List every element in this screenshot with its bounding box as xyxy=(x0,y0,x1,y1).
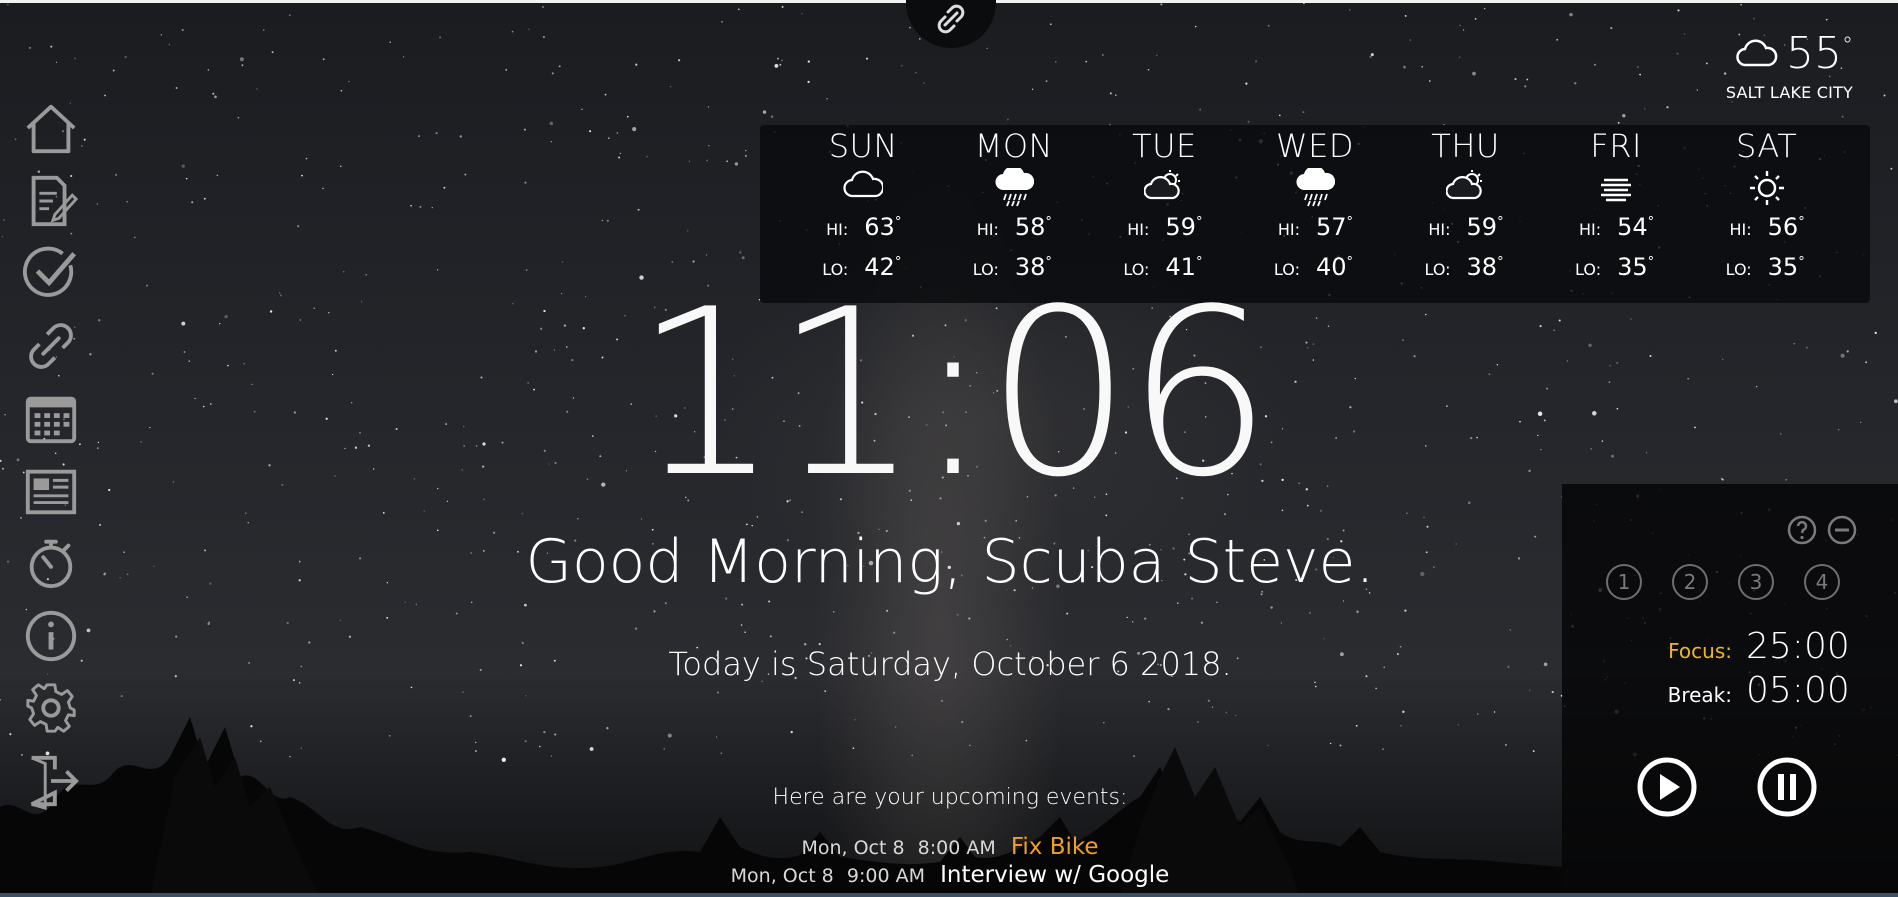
hi-temp: 58° xyxy=(1014,213,1052,241)
session-3-button[interactable]: 3 xyxy=(1738,564,1774,600)
cloud-icon xyxy=(1736,39,1778,66)
current-temperature: 55° xyxy=(1786,28,1853,79)
bottom-border xyxy=(0,893,1898,897)
hi-label: HI: xyxy=(976,220,999,239)
help-icon[interactable] xyxy=(1786,514,1818,546)
sidebar-item-links[interactable] xyxy=(22,310,86,383)
forecast-day-name: TUE xyxy=(1132,127,1197,165)
partly-cloudy-icon xyxy=(1144,170,1181,200)
hi-temp: 59° xyxy=(1165,213,1203,241)
notes-icon xyxy=(31,175,79,226)
logout-icon xyxy=(30,755,79,810)
forecast-day-name: WED xyxy=(1275,127,1354,165)
event-title[interactable]: Fix Bike xyxy=(1011,834,1099,860)
current-weather: 55° SALT LAKE CITY xyxy=(1673,28,1853,102)
date-line: Today is Saturday, October 6 2018. xyxy=(668,645,1232,683)
lo-temp: 40° xyxy=(1315,253,1354,281)
session-4-button[interactable]: 4 xyxy=(1804,564,1840,600)
forecast-day-name: MON xyxy=(974,127,1053,165)
forecast-day-name: SUN xyxy=(828,127,898,165)
hi-temp: 59° xyxy=(1466,213,1504,241)
home-icon xyxy=(26,105,76,154)
sidebar-item-calendar[interactable] xyxy=(22,382,86,455)
upcoming-events: Here are your upcoming events: Mon, Oct … xyxy=(640,785,1260,890)
stopwatch-icon xyxy=(29,540,73,589)
event-date: Mon, Oct 8 xyxy=(801,837,905,859)
break-row: Break: 05:00 xyxy=(1562,670,1850,711)
current-city: SALT LAKE CITY xyxy=(1725,83,1853,102)
session-selector: 1 2 3 4 xyxy=(1606,564,1840,600)
forecast-day-sat: SAT HI: 56° LO: 35° xyxy=(1707,125,1827,303)
info-icon xyxy=(25,610,77,661)
hi-label: HI: xyxy=(826,220,849,239)
sidebar-item-logout[interactable] xyxy=(22,745,86,818)
forecast-day-name: THU xyxy=(1431,127,1500,165)
partly-cloudy-icon xyxy=(1445,170,1482,200)
session-2-button[interactable]: 2 xyxy=(1672,564,1708,600)
sidebar-item-info[interactable] xyxy=(22,600,86,673)
focus-label: Focus: xyxy=(1668,639,1732,663)
clock-time: 11:06 xyxy=(633,261,1273,528)
rain-icon xyxy=(1296,168,1335,207)
forecast-day-wed: WED HI: 57° LO: 40° xyxy=(1255,125,1375,303)
lo-label: LO: xyxy=(1575,260,1602,279)
fog-icon xyxy=(1601,178,1632,202)
events-heading: Here are your upcoming events: xyxy=(772,785,1128,810)
hi-temp: 63° xyxy=(864,213,902,241)
focus-row: Focus: 25:00 xyxy=(1562,626,1850,667)
checkmark-circle-icon xyxy=(22,246,77,298)
hi-label: HI: xyxy=(1277,220,1300,239)
focus-time[interactable]: 25:00 xyxy=(1746,626,1850,667)
break-label: Break: xyxy=(1667,683,1732,707)
sidebar-item-notes[interactable] xyxy=(22,165,86,238)
newspaper-icon xyxy=(25,469,77,514)
forecast-day-fri: FRI HI: 54° LO: 35° xyxy=(1556,125,1676,303)
link-icon xyxy=(29,322,73,369)
lo-label: LO: xyxy=(1273,260,1300,279)
pause-button[interactable] xyxy=(1756,756,1818,818)
play-button[interactable] xyxy=(1636,756,1698,818)
event-title[interactable]: Interview w/ Google xyxy=(940,862,1169,888)
hi-label: HI: xyxy=(1578,220,1602,239)
sidebar-item-news[interactable] xyxy=(22,455,86,528)
event-row[interactable]: Mon, Oct 8 8:00 AM Fix Bike xyxy=(640,834,1260,862)
lo-temp: 35° xyxy=(1767,253,1805,281)
sidebar xyxy=(22,92,86,817)
lo-temp: 38° xyxy=(1466,253,1504,281)
link-icon xyxy=(937,4,965,34)
sidebar-item-tasks[interactable] xyxy=(22,237,86,310)
calendar-icon xyxy=(25,396,77,444)
rain-icon xyxy=(995,168,1034,207)
lo-temp: 35° xyxy=(1617,253,1655,281)
hi-temp: 54° xyxy=(1617,213,1655,241)
sunny-icon xyxy=(1749,171,1784,205)
sidebar-item-home[interactable] xyxy=(22,92,86,165)
minimize-icon[interactable] xyxy=(1826,514,1858,546)
sidebar-item-timer[interactable] xyxy=(22,527,86,600)
forecast-day-name: SAT xyxy=(1735,127,1798,165)
hi-label: HI: xyxy=(1428,220,1451,239)
forecast-day-name: FRI xyxy=(1590,127,1642,165)
hi-label: HI: xyxy=(1729,220,1752,239)
gear-icon xyxy=(26,683,76,733)
event-row[interactable]: Mon, Oct 8 9:00 AM Interview w/ Google xyxy=(640,862,1260,890)
hi-temp: 56° xyxy=(1767,213,1805,241)
event-time: 9:00 AM xyxy=(846,865,925,887)
hi-temp: 57° xyxy=(1315,213,1354,241)
event-date: Mon, Oct 8 xyxy=(730,865,834,887)
lo-label: LO: xyxy=(1725,260,1752,279)
cloudy-icon xyxy=(843,170,884,198)
sidebar-item-settings[interactable] xyxy=(22,672,86,745)
lo-label: LO: xyxy=(1424,260,1451,279)
session-1-button[interactable]: 1 xyxy=(1606,564,1642,600)
event-time: 8:00 AM xyxy=(917,837,996,859)
forecast-day-thu: THU HI: 59° LO: 38° xyxy=(1406,125,1526,303)
pomodoro-timer: 1 2 3 4 Focus: 25:00 Break: 05:00 xyxy=(1562,484,1898,897)
greeting: Good Morning, Scuba Steve. xyxy=(525,527,1375,597)
hi-label: HI: xyxy=(1127,220,1150,239)
pomodoro-controls xyxy=(1786,514,1858,546)
break-time[interactable]: 05:00 xyxy=(1746,670,1850,711)
